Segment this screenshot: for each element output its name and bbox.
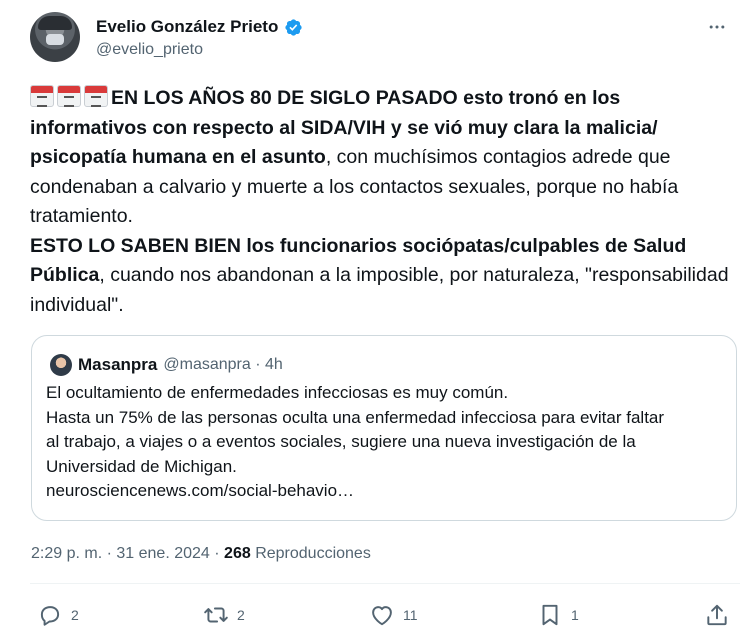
reply-icon (40, 606, 60, 626)
avatar-cap (38, 16, 72, 30)
reply-button[interactable]: 2 (37, 602, 79, 628)
quoted-link[interactable]: neurosciencenews.com/social-behavio… (46, 479, 726, 504)
verified-badge-icon (285, 18, 302, 36)
quoted-post[interactable]: Masanpra @masanpra · 4h El ocultamiento … (31, 335, 737, 521)
bookmark-button[interactable]: 1 (537, 602, 579, 628)
post-text-2: , cuando nos abandonan a la imposible, p… (30, 264, 729, 316)
quoted-line: Universidad de Michigan. (46, 456, 237, 476)
post-paragraph-1: EN LOS AÑOS 80 DE SIGLO PASADO esto tron… (30, 84, 730, 232)
reply-count: 2 (71, 607, 79, 623)
post-paragraph-2: ESTO LO SABEN BIEN los funcionarios soci… (30, 232, 730, 321)
more-icon (709, 25, 725, 29)
quoted-author-meta: @masanpra · 4h (163, 356, 283, 373)
views-label: Reproducciones (255, 545, 371, 562)
calendar-icon (57, 85, 81, 107)
views-count: 268 (224, 545, 251, 562)
author-avatar[interactable] (30, 12, 80, 62)
like-count: 11 (403, 607, 418, 623)
share-icon (707, 604, 727, 626)
repost-button[interactable]: 2 (203, 602, 245, 628)
calendar-icon (84, 85, 108, 107)
author-handle[interactable]: @evelio_prieto (96, 41, 203, 59)
repost-icon (204, 607, 228, 623)
author-display-name[interactable]: Evelio González Prieto (96, 17, 278, 37)
author-name-row: Evelio González Prieto (96, 17, 303, 37)
quoted-line: al trabajo, a viajes o a eventos sociale… (46, 432, 636, 451)
more-button[interactable] (704, 14, 730, 40)
like-button[interactable]: 11 (369, 602, 418, 628)
quoted-post-text: El ocultamiento de enfermedades infeccio… (46, 381, 726, 504)
quoted-post-header: Masanpra @masanpra · 4h (50, 354, 283, 376)
post-date[interactable]: 31 ene. 2024 (116, 545, 209, 562)
like-icon (372, 606, 392, 626)
divider (30, 583, 740, 584)
share-button[interactable] (704, 602, 730, 628)
repost-count: 2 (237, 607, 245, 623)
quoted-line: Hasta un 75% de las personas oculta una … (46, 407, 665, 427)
avatar-mask (46, 34, 64, 45)
meta-separator: · (106, 545, 112, 562)
post-time[interactable]: 2:29 p. m. (31, 545, 102, 562)
quoted-author-avatar (50, 354, 72, 376)
meta-separator: · (214, 545, 220, 562)
quoted-line: El ocultamiento de enfermedades infeccio… (46, 383, 509, 402)
post-text: EN LOS AÑOS 80 DE SIGLO PASADO esto tron… (30, 84, 730, 320)
post-header: Evelio González Prieto @evelio_prieto (30, 12, 730, 64)
action-bar: 2 2 11 1 (37, 602, 737, 628)
post-meta: 2:29 p. m. · 31 ene. 2024 · 268 Reproduc… (31, 545, 371, 563)
bookmark-icon (542, 604, 558, 626)
calendar-icon (30, 85, 54, 107)
bookmark-count: 1 (571, 607, 579, 623)
quoted-author-name: Masanpra (78, 355, 158, 374)
